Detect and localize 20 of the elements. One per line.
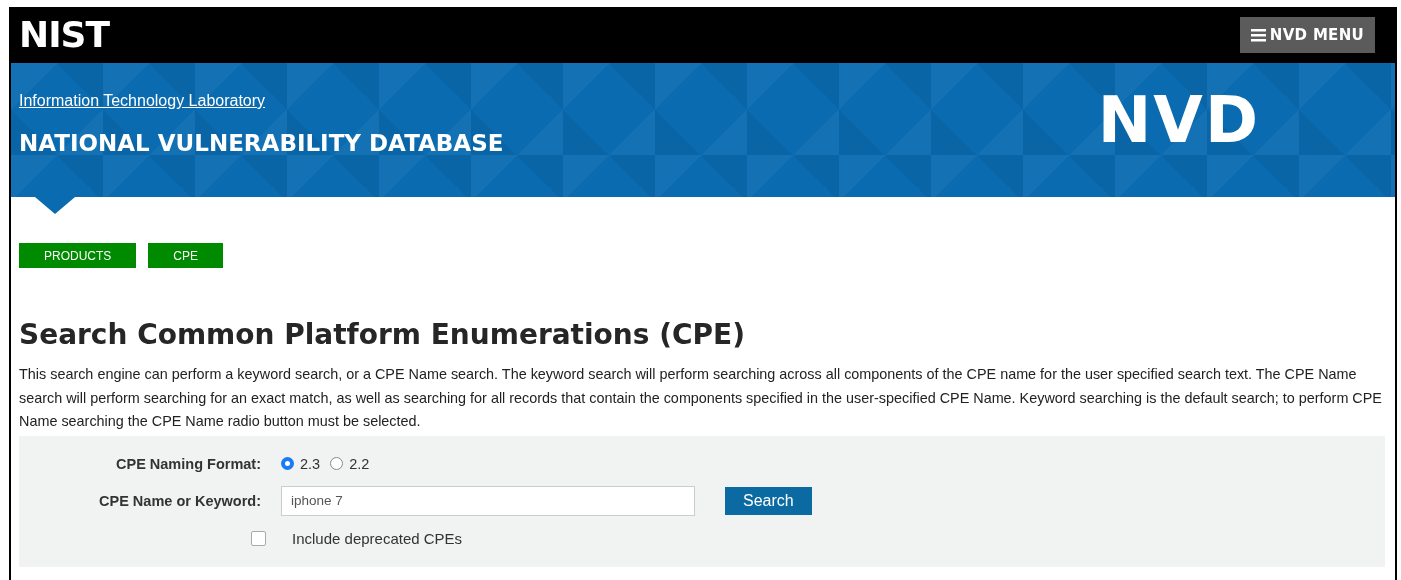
menu-button[interactable]: NVD MENU: [1239, 17, 1375, 53]
page-title: Search Common Platform Enumerations (CPE): [19, 318, 746, 351]
field-label: CPE Naming Format:: [115, 455, 261, 472]
nvd-logo[interactable]: NVD: [1097, 83, 1260, 157]
breadcrumb-link[interactable]: CPE: [148, 243, 224, 268]
nist-logo[interactable]: NIST: [19, 17, 109, 53]
description-text: This search engine can perform a keyword search, or a CPE Name search. The keyword search will perform searching across all components of the CPE name for the user specified search text. The CPE Name search will perform searching for an exact match, as well as searching for all records that contain the components specified in the user-specified CPE Name. Keyword searching is the default search; to perform CPE Name searching the CPE Name radio button must be selected.: [19, 365, 1383, 431]
radio-label: 2.3: [300, 455, 321, 472]
keyword-field[interactable]: iphone 7: [281, 485, 695, 516]
field-label: CPE Name or Keyword:: [98, 492, 261, 509]
checkbox-label: Include deprecated CPEs: [292, 529, 463, 547]
radio-button[interactable]: [281, 457, 294, 470]
radio-button[interactable]: [330, 457, 344, 470]
search-button[interactable]: Search: [725, 486, 812, 515]
breadcrumb-link[interactable]: PRODUCTS: [19, 243, 137, 268]
banner-title: NATIONAL VULNERABILITY DATABASE: [19, 130, 504, 156]
menu-icon: [1250, 28, 1266, 42]
itl-link[interactable]: Information Technology Laboratory: [19, 92, 504, 110]
checkbox[interactable]: [251, 530, 266, 546]
radio-label: 2.2: [349, 455, 370, 472]
